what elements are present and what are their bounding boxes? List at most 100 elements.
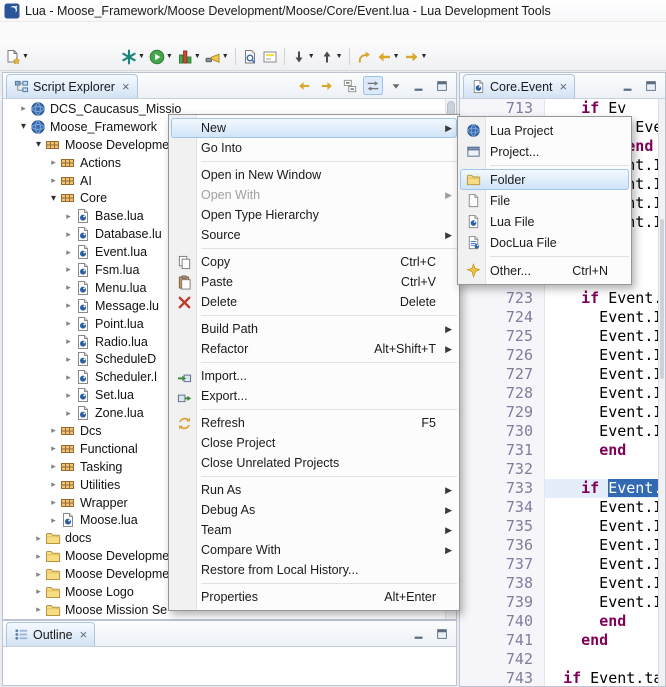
menubar-item[interactable] <box>81 31 97 35</box>
twistie-icon[interactable]: ▸ <box>47 515 60 526</box>
view-toolbar-button[interactable] <box>363 76 383 95</box>
twistie-icon[interactable]: ▸ <box>32 569 45 580</box>
toolbar-button[interactable]: ▼ <box>203 45 231 68</box>
context-menu-item[interactable]: Properties Alt+Enter ▶ <box>171 587 457 607</box>
dropdown-arrow-icon[interactable]: ▼ <box>194 53 201 60</box>
twistie-icon[interactable]: ▸ <box>32 533 45 544</box>
view-toolbar-button[interactable] <box>618 76 638 95</box>
code-line[interactable]: 737 Event.I <box>460 555 665 574</box>
code-line[interactable]: 730 Event.I <box>460 422 665 441</box>
twistie-icon[interactable]: ▸ <box>47 497 60 508</box>
twistie-icon[interactable]: ▸ <box>62 282 75 293</box>
submenu-item[interactable]: Lua File ▶ <box>460 211 629 232</box>
view-toolbar-button[interactable] <box>409 624 429 643</box>
twistie-icon[interactable]: ▸ <box>62 408 75 419</box>
twistie-icon[interactable]: ▸ <box>62 336 75 347</box>
view-toolbar-button[interactable] <box>340 76 360 95</box>
scrollbar-thumb[interactable] <box>660 219 664 379</box>
context-menu-item[interactable]: Refactor Alt+Shift+T ▶ <box>171 339 457 359</box>
twistie-icon[interactable]: ▸ <box>47 443 60 454</box>
code-line[interactable]: 741 end <box>460 631 665 650</box>
context-menu-item[interactable]: Source ▶ <box>171 225 457 245</box>
editor-scrollbar[interactable] <box>658 99 665 686</box>
view-toolbar-button[interactable] <box>317 76 337 95</box>
view-toolbar-button[interactable] <box>294 76 314 95</box>
submenu-item[interactable]: DocLua File ▶ <box>460 232 629 253</box>
submenu-item[interactable]: File ▶ <box>460 190 629 211</box>
menubar-item[interactable] <box>113 31 129 35</box>
code-line[interactable]: 725 Event.I <box>460 327 665 346</box>
toolbar-button[interactable]: ▼ <box>119 45 147 68</box>
code-line[interactable]: 723 if Event. <box>460 289 665 308</box>
context-menu-item[interactable]: Debug As ▶ <box>171 500 457 520</box>
twistie-icon[interactable]: ▸ <box>62 247 75 258</box>
view-toolbar-button[interactable] <box>386 76 406 95</box>
code-line[interactable]: 739 Event.I <box>460 593 665 612</box>
view-toolbar-button[interactable] <box>641 76 661 95</box>
twistie-icon[interactable]: ▸ <box>62 229 75 240</box>
twistie-icon[interactable]: ▸ <box>62 354 75 365</box>
dropdown-arrow-icon[interactable]: ▼ <box>336 53 343 60</box>
context-menu-item[interactable]: Team ▶ <box>171 520 457 540</box>
submenu-item[interactable]: Folder ▶ <box>460 169 629 190</box>
code-line[interactable]: 735 Event.I <box>460 517 665 536</box>
twistie-icon[interactable]: ▸ <box>17 103 30 114</box>
toolbar-button[interactable]: ▼ <box>175 45 203 68</box>
menubar-item[interactable] <box>129 31 145 35</box>
editor-tab-core-event[interactable]: Core.Event × <box>463 74 575 98</box>
twistie-icon[interactable]: ▸ <box>62 211 75 222</box>
twistie-icon[interactable]: ▸ <box>32 586 45 597</box>
submenu-item[interactable]: Other... Ctrl+N ▶ <box>460 260 629 281</box>
toolbar-button[interactable]: ▼ <box>374 45 402 68</box>
menubar-item[interactable] <box>17 31 33 35</box>
twistie-icon[interactable]: ▸ <box>47 479 60 490</box>
code-line[interactable]: 740 end <box>460 612 665 631</box>
menubar-item[interactable] <box>65 31 81 35</box>
twistie-icon[interactable]: ▸ <box>62 318 75 329</box>
outline-tab[interactable]: Outline × <box>6 622 95 646</box>
dropdown-arrow-icon[interactable]: ▼ <box>166 53 173 60</box>
twistie-icon[interactable]: ▾ <box>17 121 30 132</box>
toolbar-button[interactable]: ▼ <box>317 45 345 68</box>
twistie-icon[interactable]: ▸ <box>32 604 45 615</box>
context-menu-item[interactable]: Open With ▶ <box>171 185 457 205</box>
menubar-item[interactable] <box>97 31 113 35</box>
menubar-item[interactable] <box>49 31 65 35</box>
submenu-item[interactable]: Lua Project ▶ <box>460 120 629 141</box>
dropdown-arrow-icon[interactable]: ▼ <box>421 53 428 60</box>
context-menu-item[interactable]: Close Unrelated Projects ▶ <box>171 453 457 473</box>
context-menu-item[interactable]: Import... ▶ <box>171 366 457 386</box>
code-line[interactable]: 736 Event.I <box>460 536 665 555</box>
context-menu-item[interactable]: Restore from Local History... ▶ <box>171 560 457 580</box>
twistie-icon[interactable]: ▸ <box>47 461 60 472</box>
context-menu-item[interactable]: Copy Ctrl+C ▶ <box>171 252 457 272</box>
close-icon[interactable]: × <box>80 628 88 641</box>
context-menu-item[interactable]: Export... ▶ <box>171 386 457 406</box>
code-line[interactable]: 738 Event.I <box>460 574 665 593</box>
twistie-icon[interactable]: ▾ <box>47 193 60 204</box>
code-line[interactable]: 731 end <box>460 441 665 460</box>
context-menu-item[interactable]: Open Type Hierarchy ▶ <box>171 205 457 225</box>
twistie-icon[interactable]: ▸ <box>62 264 75 275</box>
toolbar-button[interactable]: ▼ <box>240 45 260 68</box>
code-line[interactable]: 724 Event.I <box>460 308 665 327</box>
dropdown-arrow-icon[interactable]: ▼ <box>138 53 145 60</box>
code-line[interactable]: 742 <box>460 650 665 669</box>
menubar-item[interactable] <box>33 31 49 35</box>
toolbar-button[interactable]: ▼ <box>260 45 280 68</box>
toolbar-button[interactable]: ▼ <box>147 45 175 68</box>
context-menu-item[interactable]: New ▶ <box>171 118 457 138</box>
toolbar-button[interactable]: ▼ <box>3 45 31 68</box>
context-menu-item[interactable]: Refresh F5 ▶ <box>171 413 457 433</box>
twistie-icon[interactable]: ▸ <box>62 372 75 383</box>
view-toolbar-button[interactable] <box>409 76 429 95</box>
code-line[interactable]: 732 <box>460 460 665 479</box>
twistie-icon[interactable]: ▸ <box>32 551 45 562</box>
context-menu-item[interactable]: Build Path ▶ <box>171 319 457 339</box>
dropdown-arrow-icon[interactable]: ▼ <box>222 53 229 60</box>
dropdown-arrow-icon[interactable]: ▼ <box>22 53 29 60</box>
dropdown-arrow-icon[interactable]: ▼ <box>308 53 315 60</box>
close-icon[interactable]: × <box>560 80 568 93</box>
twistie-icon[interactable]: ▾ <box>32 139 45 150</box>
script-explorer-tab[interactable]: Script Explorer × <box>6 74 138 98</box>
